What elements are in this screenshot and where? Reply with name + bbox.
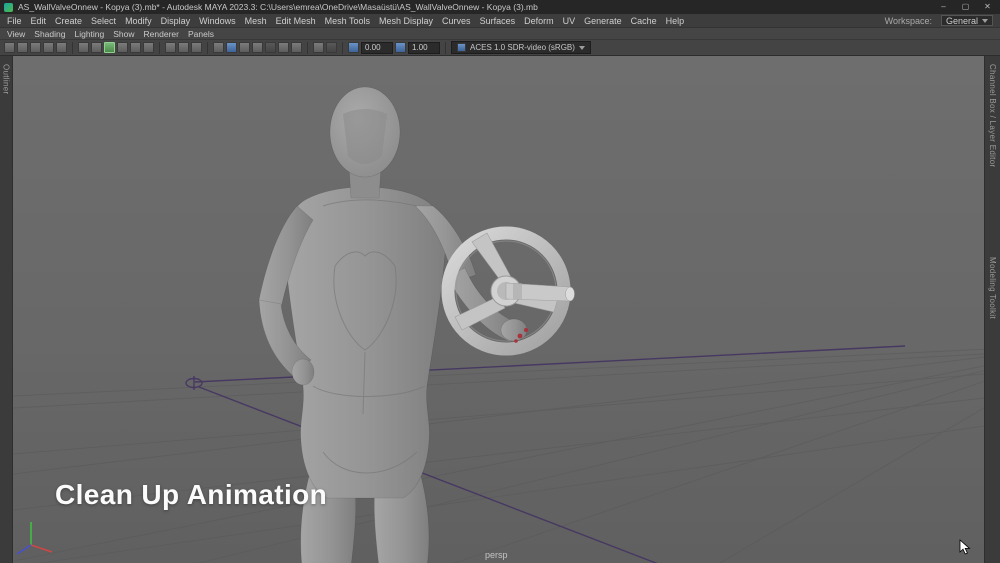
shaded-icon[interactable] <box>226 42 237 53</box>
textured-icon[interactable] <box>239 42 250 53</box>
right-panel-strip: Channel Box / Layer Editor Modeling Tool… <box>984 56 1000 563</box>
gamma-field[interactable]: 1.00 <box>408 41 440 54</box>
exposure-icon[interactable] <box>348 42 359 53</box>
gate-mask-icon[interactable] <box>143 42 154 53</box>
gamma-icon[interactable] <box>395 42 406 53</box>
screen-space-ao-icon[interactable] <box>278 42 289 53</box>
outliner-tab[interactable]: Outliner <box>2 64 11 94</box>
select-camera-icon[interactable] <box>4 42 15 53</box>
minimize-button[interactable]: – <box>935 0 952 14</box>
lock-camera-icon[interactable] <box>17 42 28 53</box>
panel-menu-lighting[interactable]: Lighting <box>74 29 104 39</box>
window-title: AS_WallValveOnnew - Kopya (3).mb* - Auto… <box>18 2 538 12</box>
view-transform-label: ACES 1.0 SDR-video (sRGB) <box>470 43 575 52</box>
toolbar-separator <box>207 41 208 54</box>
field-chart-icon[interactable] <box>165 42 176 53</box>
main-content: Outliner Clean Up Animation persp Channe… <box>0 56 1000 563</box>
menu-surfaces[interactable]: Surfaces <box>480 16 516 26</box>
resolution-gate-icon[interactable] <box>130 42 141 53</box>
camera-attributes-icon[interactable] <box>30 42 41 53</box>
workspace-dropdown[interactable]: General <box>940 15 993 26</box>
panel-menu-view[interactable]: View <box>7 29 25 39</box>
menu-select[interactable]: Select <box>91 16 116 26</box>
viewport-panel[interactable]: Clean Up Animation persp <box>13 56 984 563</box>
maya-app-icon <box>4 2 13 12</box>
maximize-button[interactable]: ▢ <box>957 0 974 14</box>
grease-pencil-icon[interactable] <box>91 42 102 53</box>
chevron-down-icon <box>982 18 988 23</box>
workspace-value: General <box>945 15 978 26</box>
grid-lines <box>13 348 984 563</box>
title-bar: AS_WallValveOnnew - Kopya (3).mb* - Auto… <box>0 0 1000 14</box>
camera-name-label: persp <box>485 550 508 560</box>
motion-blur-icon[interactable] <box>291 42 302 53</box>
menu-windows[interactable]: Windows <box>199 16 236 26</box>
channel-box-tab[interactable]: Channel Box / Layer Editor <box>988 64 997 167</box>
menu-mesh[interactable]: Mesh <box>245 16 267 26</box>
modeling-toolkit-tab[interactable]: Modeling Toolkit <box>988 257 997 319</box>
menu-display[interactable]: Display <box>161 16 191 26</box>
toolbar-separator <box>307 41 308 54</box>
image-plane-icon[interactable] <box>56 42 67 53</box>
panel-menu-shading[interactable]: Shading <box>34 29 65 39</box>
xray-icon[interactable] <box>326 42 337 53</box>
bookmarks-icon[interactable] <box>43 42 54 53</box>
shadows-icon[interactable] <box>265 42 276 53</box>
2d-pan-zoom-icon[interactable] <box>78 42 89 53</box>
panel-menu-show[interactable]: Show <box>113 29 134 39</box>
menu-help[interactable]: Help <box>666 16 685 26</box>
safe-title-icon[interactable] <box>191 42 202 53</box>
menu-bar: File Edit Create Select Modify Display W… <box>0 14 1000 28</box>
menu-file[interactable]: File <box>7 16 22 26</box>
use-all-lights-icon[interactable] <box>252 42 263 53</box>
safe-action-icon[interactable] <box>178 42 189 53</box>
toolbar-separator <box>159 41 160 54</box>
left-panel-strip: Outliner <box>0 56 13 563</box>
toolbar-separator <box>72 41 73 54</box>
video-caption-text: Clean Up Animation <box>55 479 328 510</box>
menu-mesh-tools[interactable]: Mesh Tools <box>325 16 370 26</box>
workspace-label: Workspace: <box>884 15 932 26</box>
film-gate-icon[interactable] <box>117 42 128 53</box>
menu-edit-mesh[interactable]: Edit Mesh <box>276 16 316 26</box>
toolbar-separator <box>445 41 446 54</box>
color-management-icon <box>457 43 466 52</box>
menu-cache[interactable]: Cache <box>631 16 657 26</box>
menu-curves[interactable]: Curves <box>442 16 471 26</box>
menu-deform[interactable]: Deform <box>524 16 554 26</box>
close-button[interactable]: ✕ <box>979 0 996 14</box>
menu-create[interactable]: Create <box>55 16 82 26</box>
toolbar-separator <box>342 41 343 54</box>
panel-menu-panels[interactable]: Panels <box>188 29 214 39</box>
chevron-down-icon <box>578 45 585 50</box>
panel-menu-bar: View Shading Lighting Show Renderer Pane… <box>0 28 1000 40</box>
panel-menu-renderer[interactable]: Renderer <box>144 29 179 39</box>
menu-edit[interactable]: Edit <box>31 16 47 26</box>
mouse-cursor <box>959 539 971 555</box>
menu-mesh-display[interactable]: Mesh Display <box>379 16 433 26</box>
panel-toolbar: 0.00 1.00 ACES 1.0 SDR-video (sRGB) <box>0 40 1000 56</box>
wireframe-icon[interactable] <box>213 42 224 53</box>
menu-modify[interactable]: Modify <box>125 16 152 26</box>
isolate-select-icon[interactable] <box>313 42 324 53</box>
menu-generate[interactable]: Generate <box>584 16 622 26</box>
view-transform-dropdown[interactable]: ACES 1.0 SDR-video (sRGB) <box>451 41 591 54</box>
axis-gizmo <box>16 522 53 555</box>
exposure-field[interactable]: 0.00 <box>361 41 393 54</box>
maya-window: AS_WallValveOnnew - Kopya (3).mb* - Auto… <box>0 0 1000 563</box>
menu-uv[interactable]: UV <box>563 16 576 26</box>
grid-icon[interactable] <box>104 42 115 53</box>
